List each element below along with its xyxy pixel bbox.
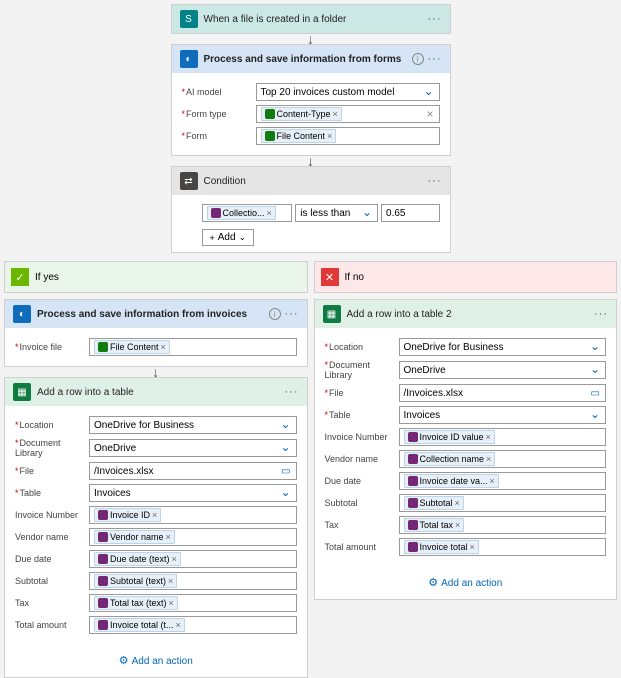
field-input[interactable]: Invoice total (t...	[89, 616, 297, 634]
field-input[interactable]: Subtotal	[399, 494, 607, 512]
check-icon: ✓	[11, 268, 29, 286]
field-input[interactable]: Invoice total	[399, 538, 607, 556]
card-header[interactable]: ▦ Add a row into a table 2 ···	[315, 300, 617, 328]
more-icon[interactable]: ···	[594, 308, 608, 320]
table-select[interactable]: Invoices	[89, 484, 297, 502]
condition-field[interactable]: Collectio...	[202, 204, 293, 222]
file-input[interactable]: /Invoices.xlsx	[89, 462, 297, 480]
if-no-branch: ✕ If no ▦ Add a row into a table 2 ··· L…	[314, 261, 618, 678]
card-header[interactable]: ▦ Add a row into a table ···	[5, 378, 307, 406]
form-type-input[interactable]: Content-Type	[256, 105, 440, 123]
arrow-icon: ↓	[4, 367, 308, 377]
field-input[interactable]: Invoice date va...	[399, 472, 607, 490]
process-title: Process and save information from forms	[204, 54, 406, 65]
invoice-file-input[interactable]: File Content	[89, 338, 297, 356]
label: Form	[182, 131, 250, 141]
field-input[interactable]: Total tax (text)	[89, 594, 297, 612]
condition-value[interactable]: 0.65	[381, 204, 439, 222]
process-forms-card: ◐ Process and save information from form…	[171, 44, 451, 156]
add-action-button[interactable]: Add an action	[5, 644, 307, 677]
add-action-button[interactable]: Add an action	[315, 566, 617, 599]
label: AI model	[182, 87, 250, 97]
arrow-icon: ↓	[0, 34, 621, 44]
more-icon[interactable]: ···	[285, 308, 299, 320]
sharepoint-icon: S	[180, 10, 198, 28]
ai-builder-icon: ◐	[13, 305, 31, 323]
if-yes-branch: ✓ If yes ◐ Process and save information …	[4, 261, 308, 678]
field-input[interactable]: Vendor name	[89, 528, 297, 546]
token[interactable]: File Content	[261, 129, 337, 143]
condition-title: Condition	[204, 176, 422, 187]
field-input[interactable]: Collection name	[399, 450, 607, 468]
condition-operator[interactable]: is less than	[295, 204, 378, 222]
condition-header[interactable]: ⇄ Condition ···	[172, 167, 450, 195]
ai-model-select[interactable]: Top 20 invoices custom model	[256, 83, 440, 101]
add-row-card-2: ▦ Add a row into a table 2 ··· LocationO…	[314, 299, 618, 600]
if-yes-title: If yes	[35, 272, 59, 283]
field-input[interactable]: Subtotal (text)	[89, 572, 297, 590]
more-icon[interactable]: ···	[285, 386, 299, 398]
form-input[interactable]: File Content	[256, 127, 440, 145]
ai-builder-icon: ◐	[180, 50, 198, 68]
field-input[interactable]: Total tax	[399, 516, 607, 534]
library-select[interactable]: OneDrive	[89, 439, 297, 457]
process-invoices-card: ◐ Process and save information from invo…	[4, 299, 308, 367]
field-input[interactable]: Invoice ID value	[399, 428, 607, 446]
condition-icon: ⇄	[180, 172, 198, 190]
field-input[interactable]: Invoice ID	[89, 506, 297, 524]
location-select[interactable]: OneDrive for Business	[89, 416, 297, 434]
trigger-title: When a file is created in a folder	[204, 14, 422, 25]
if-no-header[interactable]: ✕ If no	[314, 261, 618, 293]
more-icon[interactable]: ···	[428, 53, 442, 65]
excel-icon: ▦	[13, 383, 31, 401]
token[interactable]: Collectio...	[207, 206, 276, 220]
table-select[interactable]: Invoices	[399, 406, 607, 424]
card-header[interactable]: ◐ Process and save information from invo…	[5, 300, 307, 328]
excel-icon: ▦	[323, 305, 341, 323]
token[interactable]: Content-Type	[261, 107, 342, 121]
more-icon[interactable]: ···	[428, 13, 442, 25]
location-select[interactable]: OneDrive for Business	[399, 338, 607, 356]
if-yes-header[interactable]: ✓ If yes	[4, 261, 308, 293]
info-icon[interactable]: i	[412, 53, 424, 65]
arrow-icon: ↓	[0, 156, 621, 166]
file-input[interactable]: /Invoices.xlsx	[399, 384, 607, 402]
field-input[interactable]: Due date (text)	[89, 550, 297, 568]
add-button[interactable]: + Add ⌄	[202, 229, 255, 246]
info-icon[interactable]: i	[269, 308, 281, 320]
library-select[interactable]: OneDrive	[399, 361, 607, 379]
close-icon: ✕	[321, 268, 339, 286]
trigger-card[interactable]: S When a file is created in a folder ···	[171, 4, 451, 34]
label: Form type	[182, 109, 250, 119]
more-icon[interactable]: ···	[428, 175, 442, 187]
if-no-title: If no	[345, 272, 364, 283]
condition-card: ⇄ Condition ··· Collectio... is less tha…	[171, 166, 451, 253]
process-forms-header[interactable]: ◐ Process and save information from form…	[172, 45, 450, 73]
add-row-card: ▦ Add a row into a table ··· LocationOne…	[4, 377, 308, 678]
